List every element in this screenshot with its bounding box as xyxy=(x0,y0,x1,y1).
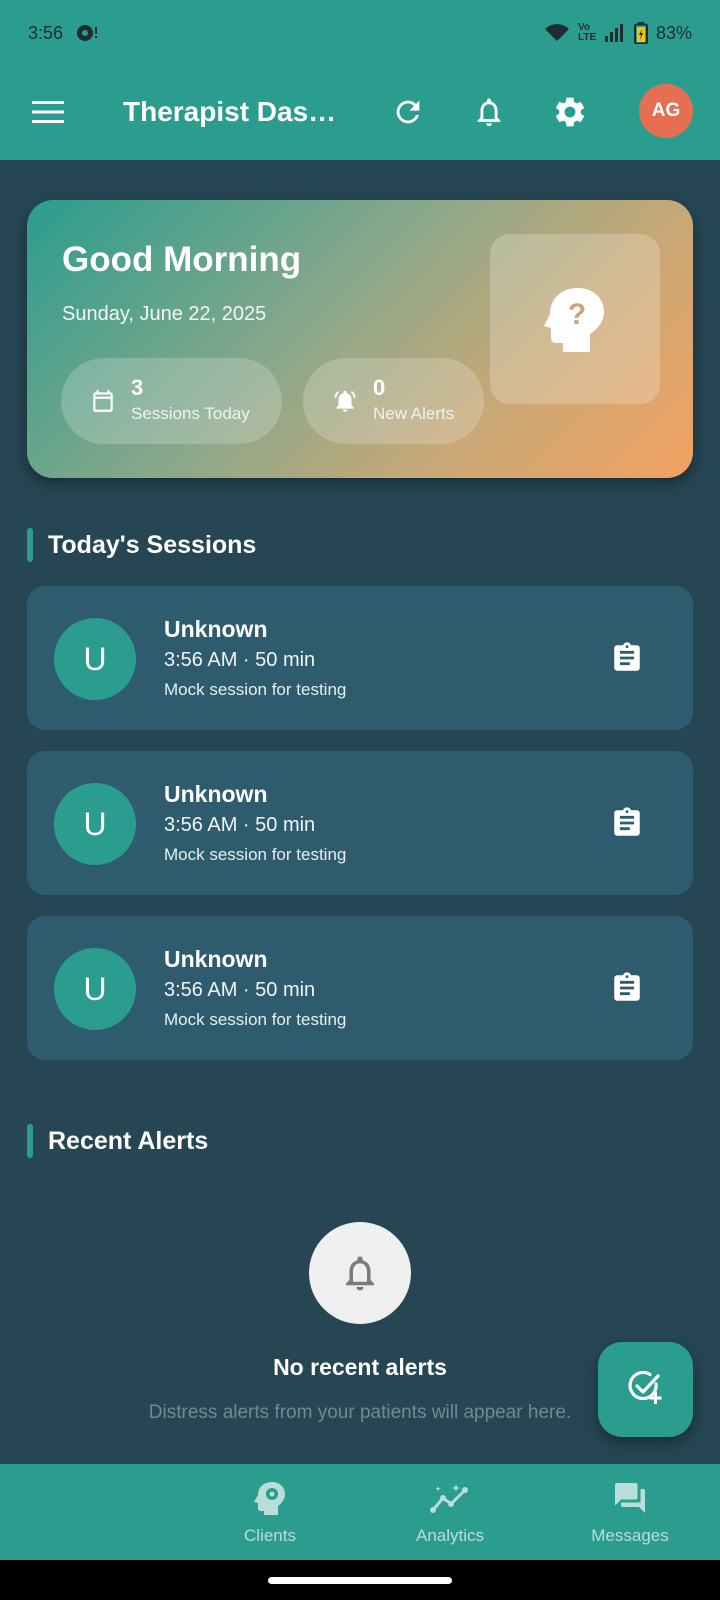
nav-label-clients: Clients xyxy=(244,1526,296,1545)
stat-sessions-label: Sessions Today xyxy=(131,404,250,423)
greeting-card: Good Morning Sunday, June 22, 2025 3 Ses… xyxy=(27,200,693,478)
home-gesture-handle[interactable] xyxy=(268,1577,452,1584)
session-client-name: Unknown xyxy=(164,616,268,642)
refresh-icon[interactable] xyxy=(388,92,428,132)
session-notes-icon[interactable] xyxy=(607,968,647,1008)
session-client-name: Unknown xyxy=(164,781,268,807)
bell-icon[interactable] xyxy=(469,92,509,132)
battery-percent: 83% xyxy=(655,22,692,43)
add-session-button[interactable] xyxy=(598,1342,693,1437)
messages-icon xyxy=(555,1478,705,1518)
session-avatar: U xyxy=(54,948,136,1030)
volte-icon: Vo LTE xyxy=(577,22,597,43)
system-navigation-bar xyxy=(0,1560,720,1600)
session-time: 3:56 AM · 50 min xyxy=(164,649,316,671)
stat-sessions-value: 3 xyxy=(131,375,144,400)
status-bar: 3:56 Vo LTE 83% xyxy=(0,0,720,66)
session-note: Mock session for testing xyxy=(164,680,347,699)
head-gear-icon xyxy=(195,1478,345,1518)
page-title: Therapist Das… xyxy=(123,96,337,127)
svg-text:?: ? xyxy=(568,298,586,331)
nav-label-analytics: Analytics xyxy=(415,1526,485,1545)
signal-icon xyxy=(604,23,626,43)
app-bar: Therapist Das… AG xyxy=(0,66,720,160)
wifi-icon xyxy=(544,23,570,43)
greeting-date: Sunday, June 22, 2025 xyxy=(62,303,267,325)
stat-alerts-label: New Alerts xyxy=(373,404,455,423)
nav-item-analytics[interactable]: Analytics xyxy=(375,1478,525,1546)
nav-label-messages: Messages xyxy=(591,1526,669,1545)
battery-icon xyxy=(633,22,648,44)
gear-icon[interactable] xyxy=(550,92,590,132)
nav-item-clients[interactable]: Clients xyxy=(195,1478,345,1546)
session-avatar: U xyxy=(54,618,136,700)
head-question-icon: ? xyxy=(490,234,660,404)
session-avatar: U xyxy=(54,783,136,865)
stat-alerts-value: 0 xyxy=(373,375,386,400)
session-note: Mock session for testing xyxy=(164,1010,347,1029)
check-add-icon xyxy=(626,1367,666,1412)
alarm-bell-icon xyxy=(331,388,359,414)
nav-item-messages[interactable]: Messages xyxy=(555,1478,705,1546)
stat-sessions-today[interactable]: 3 Sessions Today xyxy=(61,358,282,444)
media-notification-icon xyxy=(75,23,101,43)
session-time: 3:56 AM · 50 min xyxy=(164,979,316,1001)
session-time: 3:56 AM · 50 min xyxy=(164,814,316,836)
bottom-navigation: Clients Analytics Messages xyxy=(0,1464,720,1560)
sessions-section-title: Today's Sessions xyxy=(27,528,256,562)
session-card[interactable]: U Unknown 3:56 AM · 50 min Mock session … xyxy=(27,751,693,895)
alerts-section-title: Recent Alerts xyxy=(27,1124,208,1158)
status-right-group: Vo LTE 83% xyxy=(544,22,692,44)
session-note: Mock session for testing xyxy=(164,845,347,864)
avatar[interactable]: AG xyxy=(639,84,693,138)
session-notes-icon[interactable] xyxy=(607,638,647,678)
session-card[interactable]: U Unknown 3:56 AM · 50 min Mock session … xyxy=(27,586,693,730)
session-client-name: Unknown xyxy=(164,946,268,972)
session-notes-icon[interactable] xyxy=(607,803,647,843)
analytics-icon xyxy=(375,1478,525,1518)
empty-bell-icon xyxy=(309,1222,411,1324)
calendar-icon xyxy=(89,387,117,415)
status-time: 3:56 xyxy=(28,22,64,43)
session-card[interactable]: U Unknown 3:56 AM · 50 min Mock session … xyxy=(27,916,693,1060)
menu-icon[interactable] xyxy=(30,94,66,130)
greeting-text: Good Morning xyxy=(62,240,302,279)
stat-new-alerts[interactable]: 0 New Alerts xyxy=(303,358,484,444)
